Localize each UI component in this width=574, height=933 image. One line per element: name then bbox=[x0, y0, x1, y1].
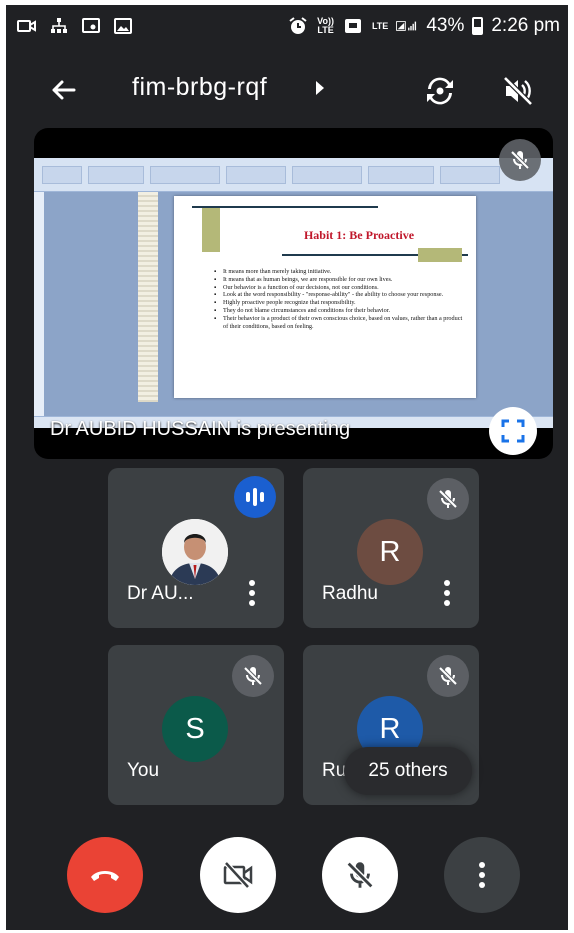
mic-off-icon bbox=[427, 478, 469, 520]
slide-bullet: Highly proactive people recognize that r… bbox=[214, 299, 464, 307]
speaker-off-icon[interactable] bbox=[498, 71, 538, 111]
slide-bullet: It means more than merely taking initiat… bbox=[214, 268, 464, 276]
fullscreen-icon bbox=[501, 419, 525, 443]
signal-icon bbox=[396, 17, 418, 35]
back-arrow-icon[interactable] bbox=[44, 70, 84, 110]
meeting-details-caret-icon[interactable] bbox=[316, 81, 324, 95]
presenter-caption: Dr AUBID HUSSAIN is presenting bbox=[50, 418, 351, 440]
status-bar: Vo)) LTE LTE 43% 2:26 pm bbox=[6, 5, 568, 45]
more-vert-icon[interactable] bbox=[443, 580, 451, 606]
meeting-code[interactable]: fim-brbg-rqf bbox=[132, 73, 267, 102]
avatar: R bbox=[357, 519, 423, 585]
more-options-button[interactable] bbox=[444, 837, 520, 913]
fullscreen-button[interactable] bbox=[489, 407, 537, 455]
slide-margin-strip bbox=[138, 192, 158, 402]
speaking-indicator-icon bbox=[234, 476, 276, 518]
slides-pane bbox=[34, 192, 44, 416]
message-icon bbox=[342, 17, 364, 35]
slide-bullet: They do not blame circumstances and cond… bbox=[214, 307, 464, 315]
slide: Habit 1: Be Proactive It means more than… bbox=[174, 196, 476, 398]
end-call-icon bbox=[91, 871, 119, 881]
participant-name: Radhu bbox=[322, 583, 378, 604]
slide-bullet: Our behavior is a function of our decisi… bbox=[214, 284, 464, 292]
slide-title: Habit 1: Be Proactive bbox=[303, 228, 415, 242]
mic-off-icon bbox=[346, 861, 374, 889]
presentation-tile[interactable]: Habit 1: Be Proactive It means more than… bbox=[34, 128, 553, 459]
shared-screen: Habit 1: Be Proactive It means more than… bbox=[34, 158, 553, 428]
slide-bullet: It means that as human beings, we are re… bbox=[214, 276, 464, 284]
slide-bullets: It means more than merely taking initiat… bbox=[214, 268, 464, 330]
participant-tile[interactable]: Dr AU... bbox=[108, 468, 284, 628]
participant-name: Ru bbox=[322, 760, 347, 781]
switch-camera-icon[interactable] bbox=[420, 71, 460, 111]
powerpoint-ribbon bbox=[34, 158, 553, 192]
participant-name: You bbox=[127, 760, 160, 781]
participant-tile[interactable]: R Radhu bbox=[303, 468, 479, 628]
battery-icon bbox=[472, 17, 484, 35]
mic-off-icon bbox=[427, 655, 469, 697]
cast-icon bbox=[80, 17, 102, 35]
lte-indicator: LTE bbox=[371, 20, 389, 31]
image-icon bbox=[112, 17, 134, 35]
meet-screen: Vo)) LTE LTE 43% 2:26 pm fim-brbg-rqf Ha… bbox=[6, 5, 568, 930]
clock: 2:26 pm bbox=[491, 15, 560, 36]
avatar: S bbox=[162, 696, 228, 762]
end-call-button[interactable] bbox=[67, 837, 143, 913]
mic-toggle-button[interactable] bbox=[322, 837, 398, 913]
mic-off-icon bbox=[232, 655, 274, 697]
volte-indicator: Vo)) LTE bbox=[317, 16, 334, 35]
app-bar: fim-brbg-rqf bbox=[6, 55, 568, 115]
more-options-icon bbox=[478, 862, 486, 888]
camera-off-icon bbox=[223, 861, 253, 889]
avatar bbox=[162, 519, 228, 585]
more-vert-icon[interactable] bbox=[248, 580, 256, 606]
others-chip[interactable]: 25 others bbox=[344, 747, 472, 795]
camera-toggle-button[interactable] bbox=[200, 837, 276, 913]
battery-percent: 43% bbox=[426, 15, 465, 36]
alarm-icon bbox=[287, 17, 309, 35]
mic-off-icon bbox=[499, 139, 541, 181]
screen-record-icon bbox=[16, 17, 38, 35]
network-share-icon bbox=[48, 17, 70, 35]
slide-bullet: Their behavior is a product of their own… bbox=[214, 315, 464, 331]
slide-bullet: Look at the word responsibility - "respo… bbox=[214, 291, 464, 299]
participant-name: Dr AU... bbox=[127, 583, 194, 604]
participant-tile[interactable]: S You bbox=[108, 645, 284, 805]
